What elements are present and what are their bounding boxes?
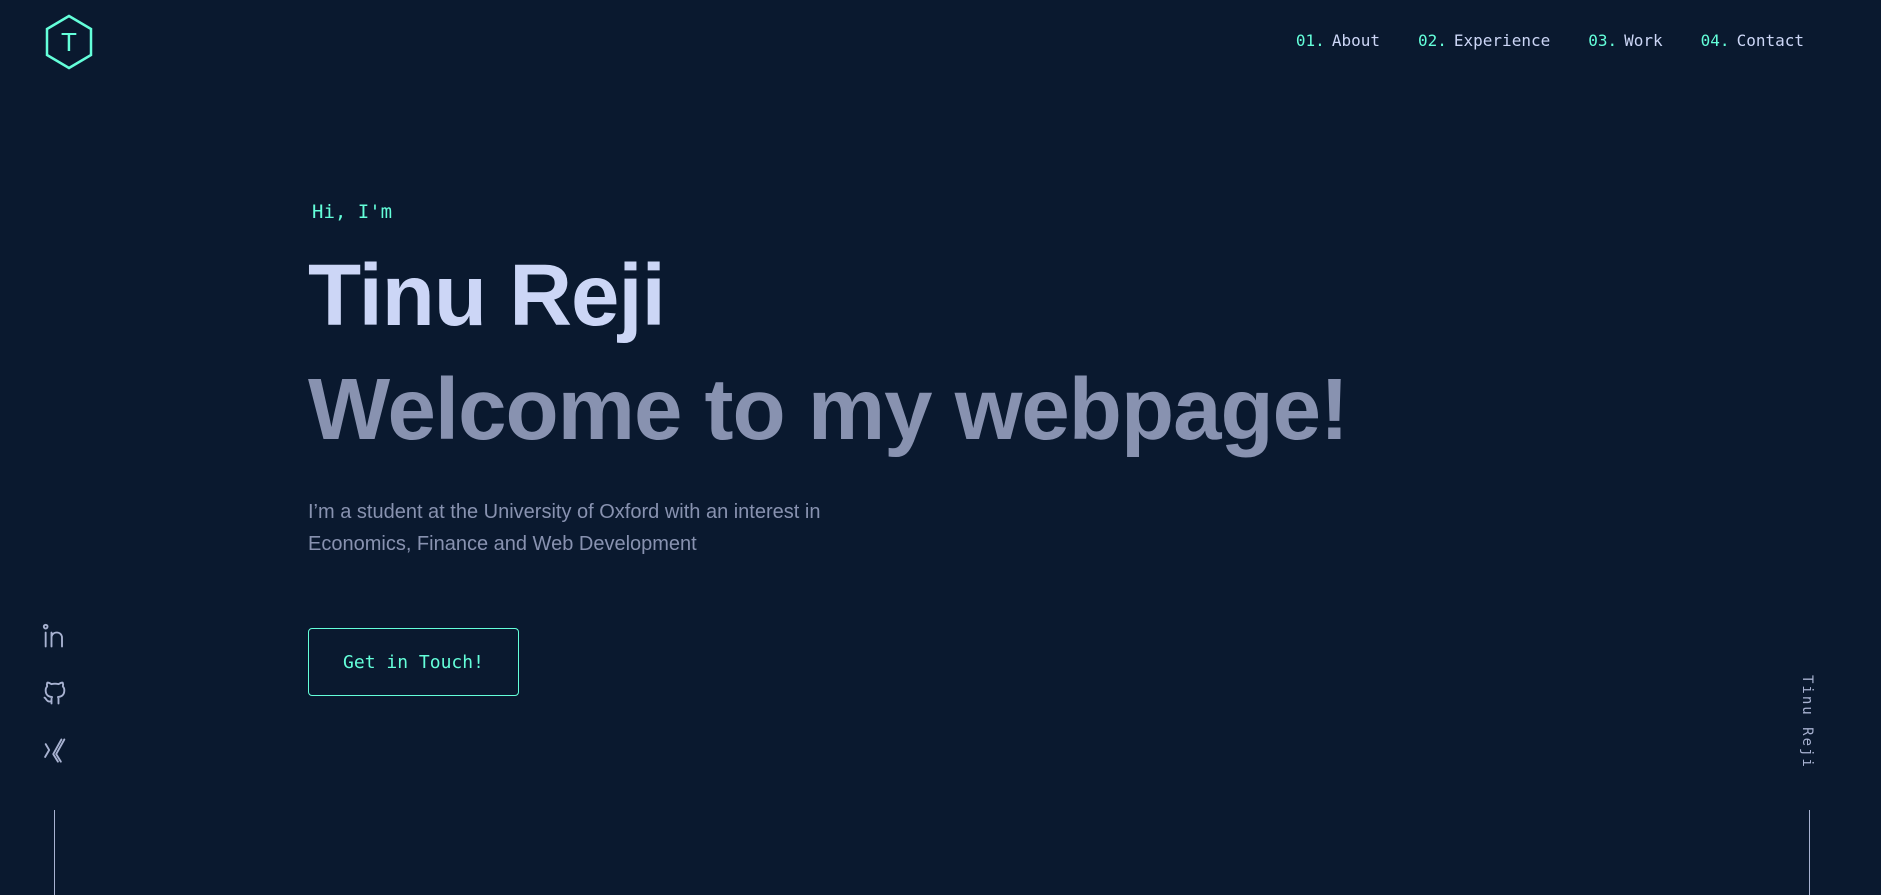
hero-greeting: Hi, I'm <box>312 201 393 223</box>
github-link[interactable] <box>41 679 69 707</box>
nav-label: Experience <box>1453 31 1551 50</box>
hero-section: Hi, I'm Tinu Reji Welcome to my webpage!… <box>308 200 1349 696</box>
linkedin-link[interactable] <box>41 622 69 650</box>
left-vertical-line <box>54 810 55 895</box>
github-icon <box>43 681 66 705</box>
hexagon-logo-icon: T <box>45 14 93 70</box>
hero-bio: I’m a student at the University of Oxfor… <box>308 501 821 555</box>
nav-item-work[interactable]: 03. Work <box>1588 31 1662 50</box>
nav-number: 01. <box>1295 31 1325 50</box>
xing-link[interactable] <box>41 736 69 764</box>
xing-icon <box>44 738 66 763</box>
nav-label: About <box>1331 31 1380 50</box>
right-vertical-line <box>1809 810 1810 895</box>
main-nav: 01. About 02. Experience 03. Work 04. Contac… <box>1296 31 1804 50</box>
hero-name: Tinu Reji <box>308 247 666 344</box>
vertical-name-link[interactable]: Tinu Reji <box>1799 675 1815 769</box>
get-in-touch-button[interactable]: Get in Touch! <box>308 628 519 696</box>
nav-label: Contact <box>1736 31 1804 50</box>
nav-label: Work <box>1624 31 1663 50</box>
social-links <box>41 622 69 793</box>
nav-item-contact[interactable]: 04. Contact <box>1701 31 1804 50</box>
nav-number: 04. <box>1700 31 1730 50</box>
linkedin-icon <box>42 623 63 648</box>
nav-item-about[interactable]: 01. About <box>1296 31 1380 50</box>
logo[interactable]: T <box>44 14 94 70</box>
nav-number: 03. <box>1588 31 1618 50</box>
nav-number: 02. <box>1417 31 1447 50</box>
hero-tagline: Welcome to my webpage! <box>308 361 1349 458</box>
nav-item-experience[interactable]: 02. Experience <box>1418 31 1550 50</box>
logo-letter: T <box>61 27 77 57</box>
